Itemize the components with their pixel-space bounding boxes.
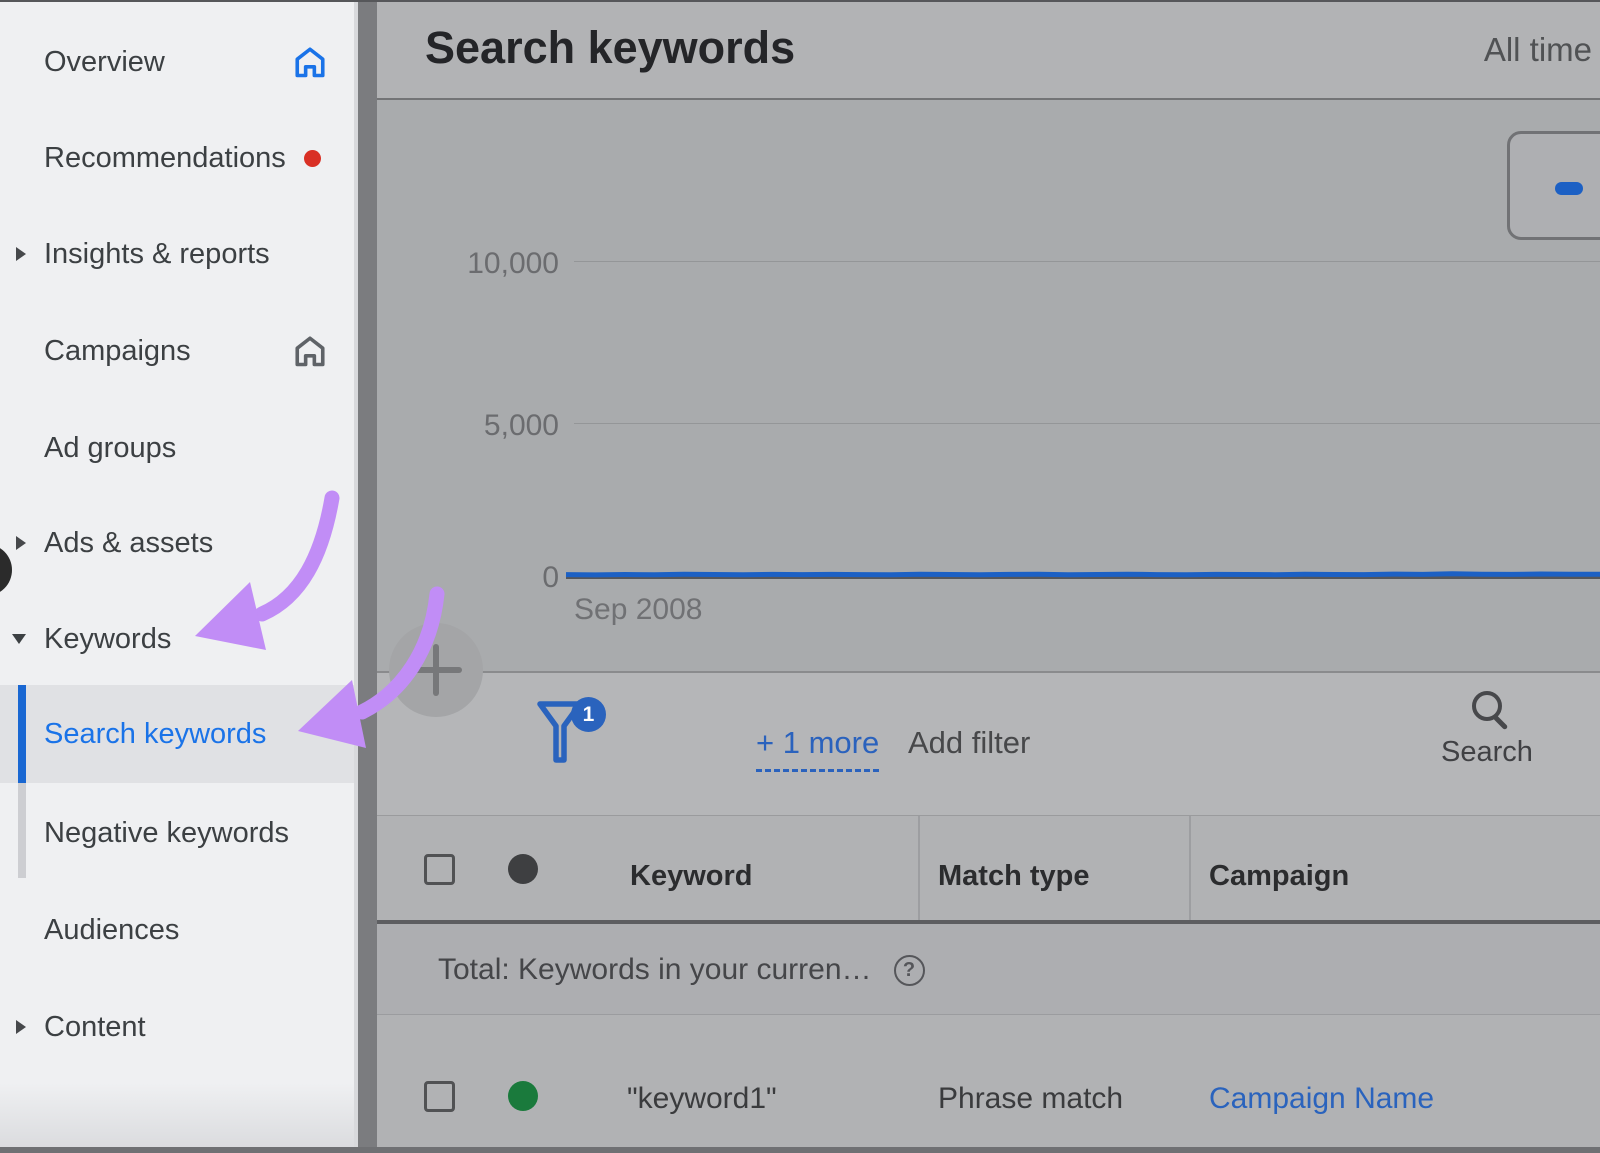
plus-icon [433, 644, 439, 696]
home-icon [292, 333, 328, 369]
sidebar-item-audiences[interactable]: Audiences [0, 883, 354, 977]
sidebar-item-label: Insights & reports [44, 238, 270, 271]
sidebar-item-label: Recommendations [44, 142, 286, 175]
add-filter-button[interactable]: Add filter [908, 725, 1030, 761]
column-header-campaign[interactable]: Campaign [1209, 860, 1349, 893]
cell-keyword: "keyword1" [627, 1082, 777, 1116]
cell-campaign-link[interactable]: Campaign Name [1209, 1082, 1434, 1116]
sidebar-item-label: Ads & assets [44, 527, 213, 560]
sidebar-item-recommendations[interactable]: Recommendations [0, 111, 354, 205]
status-enabled-dot-icon[interactable] [508, 1081, 538, 1111]
chevron-right-icon [16, 247, 26, 261]
keywords-table: Keyword Match type Campaign Total: Keywo… [377, 815, 1600, 1153]
x-axis-label: Sep 2008 [574, 593, 702, 627]
subsection-track [18, 783, 26, 878]
cell-match-type: Phrase match [938, 1082, 1123, 1116]
help-icon[interactable]: ? [894, 955, 925, 986]
sidebar-item-ad-groups[interactable]: Ad groups [0, 401, 354, 495]
sidebar-item-overview[interactable]: Overview [0, 15, 354, 109]
chart-plot-svg [377, 102, 1600, 671]
select-all-checkbox[interactable] [424, 854, 455, 885]
row-checkbox[interactable] [424, 1081, 455, 1112]
sidebar-item-campaigns[interactable]: Campaigns [0, 304, 354, 398]
date-range-selector[interactable]: All time [1484, 31, 1592, 69]
chevron-right-icon [16, 536, 26, 550]
status-column-dot-icon[interactable] [508, 854, 538, 884]
window-top-edge [0, 0, 1600, 2]
filter-button[interactable]: 1 [537, 701, 617, 771]
sidebar-item-label: Ad groups [44, 432, 176, 465]
sidebar-item-label: Audiences [44, 914, 179, 947]
sidebar-item-label: Content [44, 1011, 146, 1044]
sidebar-item-label: Overview [44, 46, 165, 79]
total-row: Total: Keywords in your curren… ? [377, 924, 1600, 1014]
performance-chart: 10,000 5,000 0 Sep 2008 [377, 102, 1600, 671]
sidebar-item-search-keywords[interactable]: Search keywords [0, 685, 354, 783]
sidebar-item-label: Campaigns [44, 335, 191, 368]
search-label: Search [1432, 736, 1542, 769]
column-header-keyword[interactable]: Keyword [630, 860, 752, 893]
fab-add-button[interactable] [389, 623, 483, 717]
sidebar: Overview Recommendations Insights & repo… [0, 0, 354, 1153]
sidebar-item-insights-reports[interactable]: Insights & reports [0, 207, 354, 301]
filter-toolbar: 1 + 1 more Add filter Search [377, 673, 1600, 815]
selected-item-accent-bar [18, 685, 26, 783]
chart-line [566, 574, 1600, 575]
sidebar-item-label: Keywords [44, 623, 171, 656]
chevron-down-icon [12, 634, 26, 644]
sidebar-scrollbar[interactable] [358, 0, 377, 1153]
home-icon [292, 44, 328, 80]
column-header-match-type[interactable]: Match type [938, 860, 1089, 893]
filter-count-badge: 1 [571, 697, 606, 732]
table-row: "keyword1" Phrase match Campaign Name [377, 1015, 1600, 1153]
search-icon [1472, 691, 1502, 721]
sidebar-item-negative-keywords[interactable]: Negative keywords [0, 786, 354, 880]
sidebar-item-label: Search keywords [44, 718, 266, 751]
sidebar-item-keywords[interactable]: Keywords [0, 592, 354, 686]
window-bottom-edge [0, 1147, 1600, 1153]
total-row-label: Total: Keywords in your curren… ? [438, 953, 925, 987]
search-button[interactable]: Search [1432, 691, 1542, 769]
sidebar-item-ads-assets[interactable]: Ads & assets [0, 496, 354, 590]
google-ads-keywords-screen: Overview Recommendations Insights & repo… [0, 0, 1600, 1153]
sidebar-item-content[interactable]: Content [0, 980, 354, 1074]
main-header: Search keywords All time [377, 0, 1600, 100]
chevron-right-icon [16, 1020, 26, 1034]
notification-dot-icon [304, 150, 321, 167]
page-title: Search keywords [425, 22, 795, 74]
sidebar-bottom-fade [0, 1083, 354, 1153]
legend-chip[interactable] [1507, 131, 1600, 240]
legend-series-swatch [1555, 182, 1583, 195]
main-content: Search keywords All time 10,000 5,000 0 … [377, 0, 1600, 1153]
total-row-text: Total: Keywords in your curren… [438, 953, 872, 987]
sidebar-item-label: Negative keywords [44, 817, 289, 850]
more-filters-link[interactable]: + 1 more [756, 725, 879, 772]
